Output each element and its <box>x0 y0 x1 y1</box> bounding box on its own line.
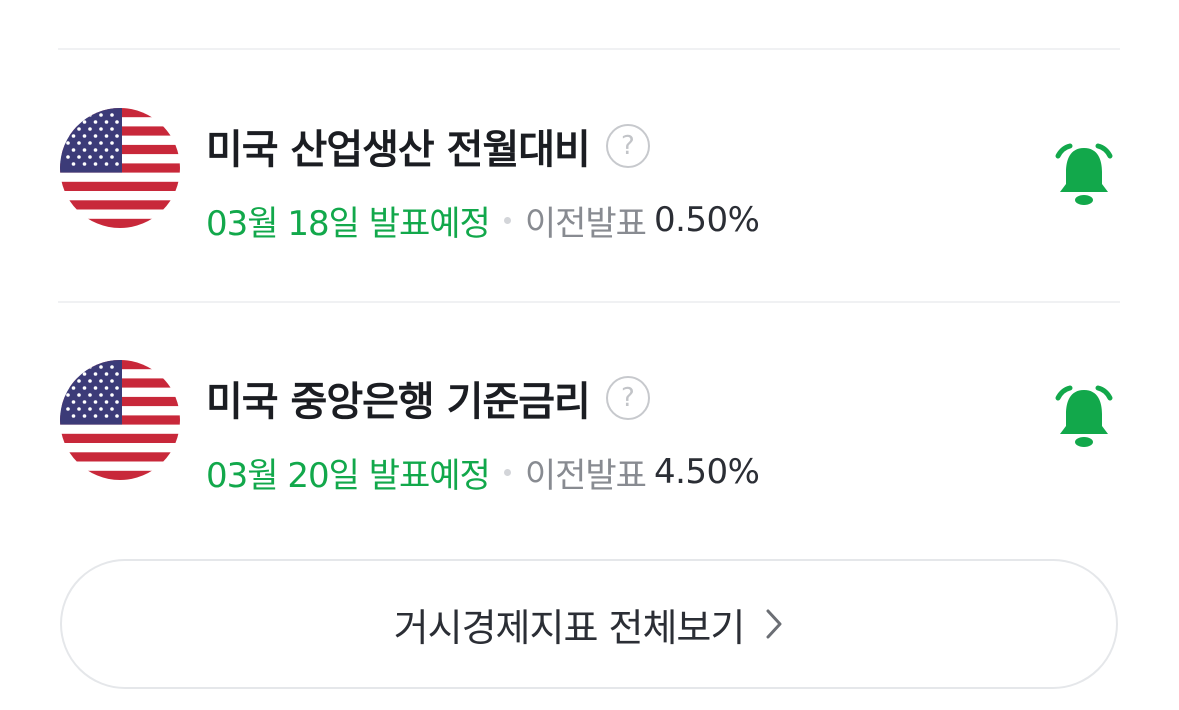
release-date: 03월 18일 발표예정 <box>206 203 491 244</box>
indicator-row[interactable]: 미국 중앙은행 기준금리 ? 03월 20일 발표예정 이전발표 4.50% <box>0 352 1179 552</box>
indicator-title-wrap: 미국 중앙은행 기준금리 ? <box>206 368 650 428</box>
chevron-right-icon <box>764 607 784 641</box>
indicator-meta: 03월 18일 발표예정 이전발표 0.50% <box>206 195 760 245</box>
indicator-meta: 03월 20일 발표예정 이전발표 4.50% <box>206 447 760 497</box>
indicator-row[interactable]: 미국 산업생산 전월대비 ? 03월 18일 발표예정 이전발표 0.50% <box>0 100 1179 300</box>
help-icon[interactable]: ? <box>605 376 650 420</box>
help-icon[interactable]: ? <box>605 124 650 168</box>
row-divider <box>58 301 1120 303</box>
indicator-title-wrap: 미국 산업생산 전월대비 ? <box>206 116 650 176</box>
previous-value: 0.50% <box>653 200 760 240</box>
previous-label: 이전발표 <box>524 203 647 244</box>
release-date: 03월 20일 발표예정 <box>206 455 491 496</box>
us-flag-icon <box>60 108 180 228</box>
view-all-macro-indicators-button[interactable]: 거시경제지표 전체보기 <box>60 559 1118 689</box>
previous-label: 이전발표 <box>524 455 647 496</box>
separator-dot <box>503 216 511 224</box>
previous-value: 4.50% <box>653 452 760 492</box>
top-divider <box>58 48 1120 50</box>
bell-icon[interactable] <box>1050 384 1118 452</box>
separator-dot <box>503 468 511 476</box>
bell-icon[interactable] <box>1050 142 1118 210</box>
indicator-title: 미국 산업생산 전월대비 <box>206 127 591 173</box>
view-all-label: 거시경제지표 전체보기 <box>393 605 746 650</box>
indicator-title: 미국 중앙은행 기준금리 <box>206 379 591 425</box>
us-flag-icon <box>60 360 180 480</box>
